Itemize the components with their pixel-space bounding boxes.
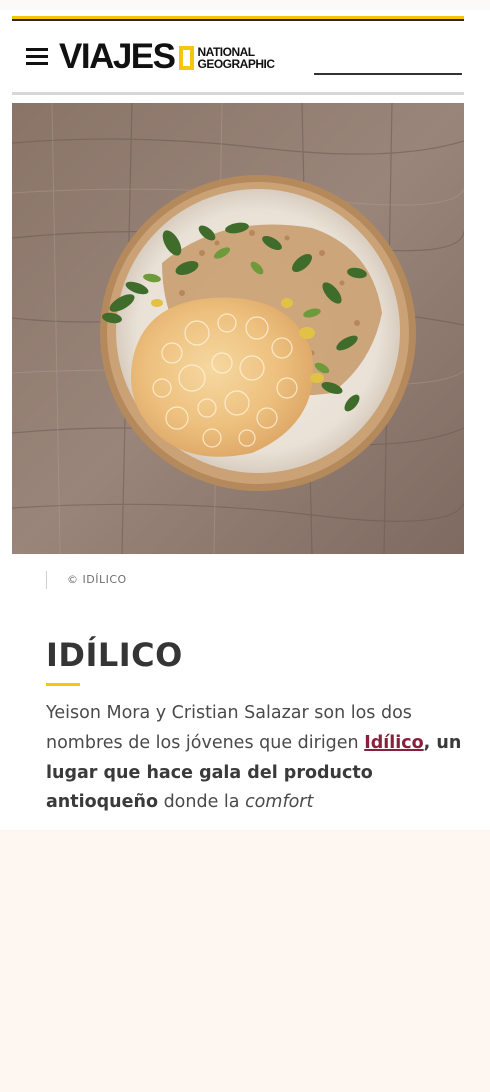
title-underline	[46, 683, 80, 686]
yellow-border-icon	[178, 46, 194, 70]
site-logo[interactable]: VIAJES NATIONAL GEOGRAPHIC	[59, 37, 275, 77]
header-divider	[12, 92, 464, 95]
article-title: IDÍLICO	[46, 636, 183, 674]
site-header: VIAJES NATIONAL GEOGRAPHIC	[12, 21, 464, 93]
logo-subtitle: NATIONAL GEOGRAPHIC	[197, 45, 276, 71]
paragraph-part3: donde la	[158, 792, 246, 813]
hamburger-menu-icon[interactable]	[26, 46, 48, 66]
logo-word: VIAJES	[59, 37, 176, 76]
paragraph-part1: Yeison Mora y Cristian Salazar son los d…	[46, 703, 412, 753]
article-page: VIAJES NATIONAL GEOGRAPHIC © IDÍLICO IDÍ…	[0, 0, 490, 830]
hero-photo	[12, 103, 464, 554]
article-paragraph: Yeison Mora y Cristian Salazar son los d…	[46, 699, 466, 818]
credit-divider	[46, 571, 47, 589]
paragraph-part4: comfort	[245, 792, 314, 813]
photo-credit: © IDÍLICO	[67, 573, 127, 586]
idilico-link[interactable]: Idílico	[364, 733, 423, 753]
dish-photo	[12, 103, 464, 554]
search-input-underline[interactable]	[314, 73, 462, 75]
browser-top-strip	[0, 0, 490, 10]
